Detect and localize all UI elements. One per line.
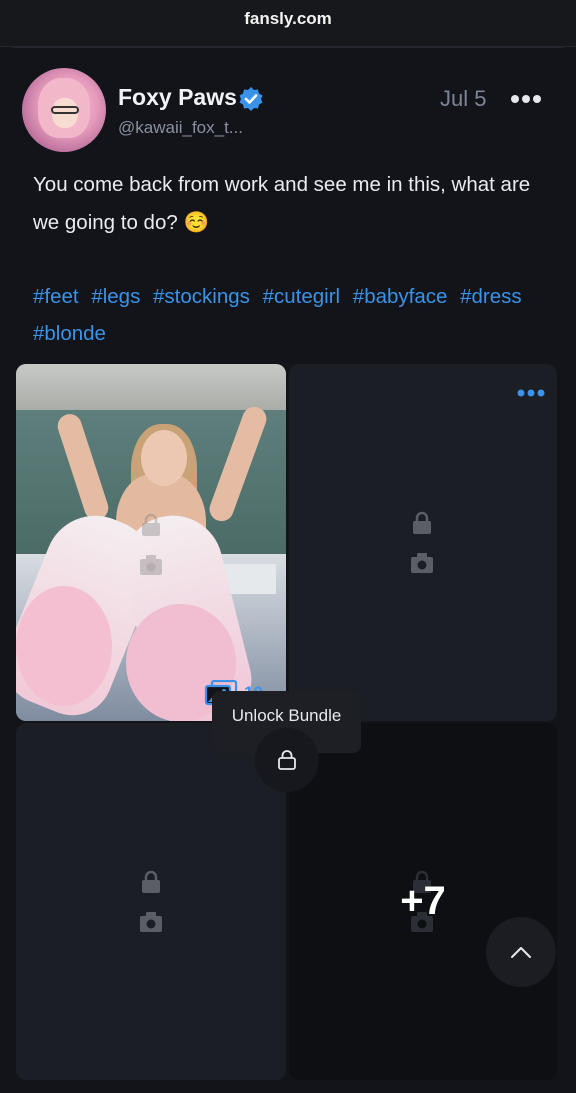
lock-icon bbox=[142, 513, 160, 536]
header-divider bbox=[12, 47, 564, 48]
camera-icon bbox=[411, 553, 433, 573]
lock-icon bbox=[413, 511, 431, 534]
author-handle[interactable]: @kawaii_fox_t... bbox=[118, 118, 243, 138]
hashtag-link[interactable]: #cutegirl bbox=[263, 285, 341, 308]
hashtag-link[interactable]: #dress bbox=[460, 285, 522, 308]
hashtag-link[interactable]: #legs bbox=[91, 285, 140, 308]
post-caption: You come back from work and see me in th… bbox=[33, 173, 531, 234]
verified-badge-icon bbox=[239, 87, 263, 111]
lock-icon bbox=[278, 750, 296, 770]
hashtag-list: #feet #legs #stockings #cutegirl #babyfa… bbox=[33, 278, 563, 352]
locked-media-tile[interactable] bbox=[289, 364, 557, 721]
camera-icon bbox=[140, 912, 162, 932]
media-preview-image[interactable] bbox=[16, 364, 286, 721]
more-media-count: +7 bbox=[400, 879, 446, 923]
hashtag-link[interactable]: #feet bbox=[33, 285, 79, 308]
post-options-ellipsis-icon[interactable] bbox=[510, 90, 542, 108]
tile-options-ellipsis-icon[interactable] bbox=[517, 386, 545, 400]
unlock-bundle-button[interactable] bbox=[255, 728, 319, 792]
author-name[interactable]: Foxy Paws bbox=[118, 84, 237, 111]
hashtag-link[interactable]: #blonde bbox=[33, 322, 106, 345]
browser-address-bar[interactable]: fansly.com bbox=[0, 0, 576, 47]
camera-icon bbox=[140, 555, 162, 575]
hashtag-link[interactable]: #babyface bbox=[353, 285, 448, 308]
hashtag-link[interactable]: #stockings bbox=[153, 285, 250, 308]
locked-media-tile[interactable] bbox=[16, 723, 286, 1080]
url-text: fansly.com bbox=[244, 9, 332, 28]
unlock-bundle-label: Unlock Bundle bbox=[231, 706, 342, 725]
scroll-to-top-button[interactable] bbox=[486, 917, 556, 987]
chevron-up-icon bbox=[511, 947, 531, 958]
more-media-tile[interactable]: +7 bbox=[289, 723, 557, 1080]
lock-icon bbox=[142, 870, 160, 893]
avatar[interactable] bbox=[22, 68, 106, 152]
post-date[interactable]: Jul 5 bbox=[440, 86, 486, 112]
